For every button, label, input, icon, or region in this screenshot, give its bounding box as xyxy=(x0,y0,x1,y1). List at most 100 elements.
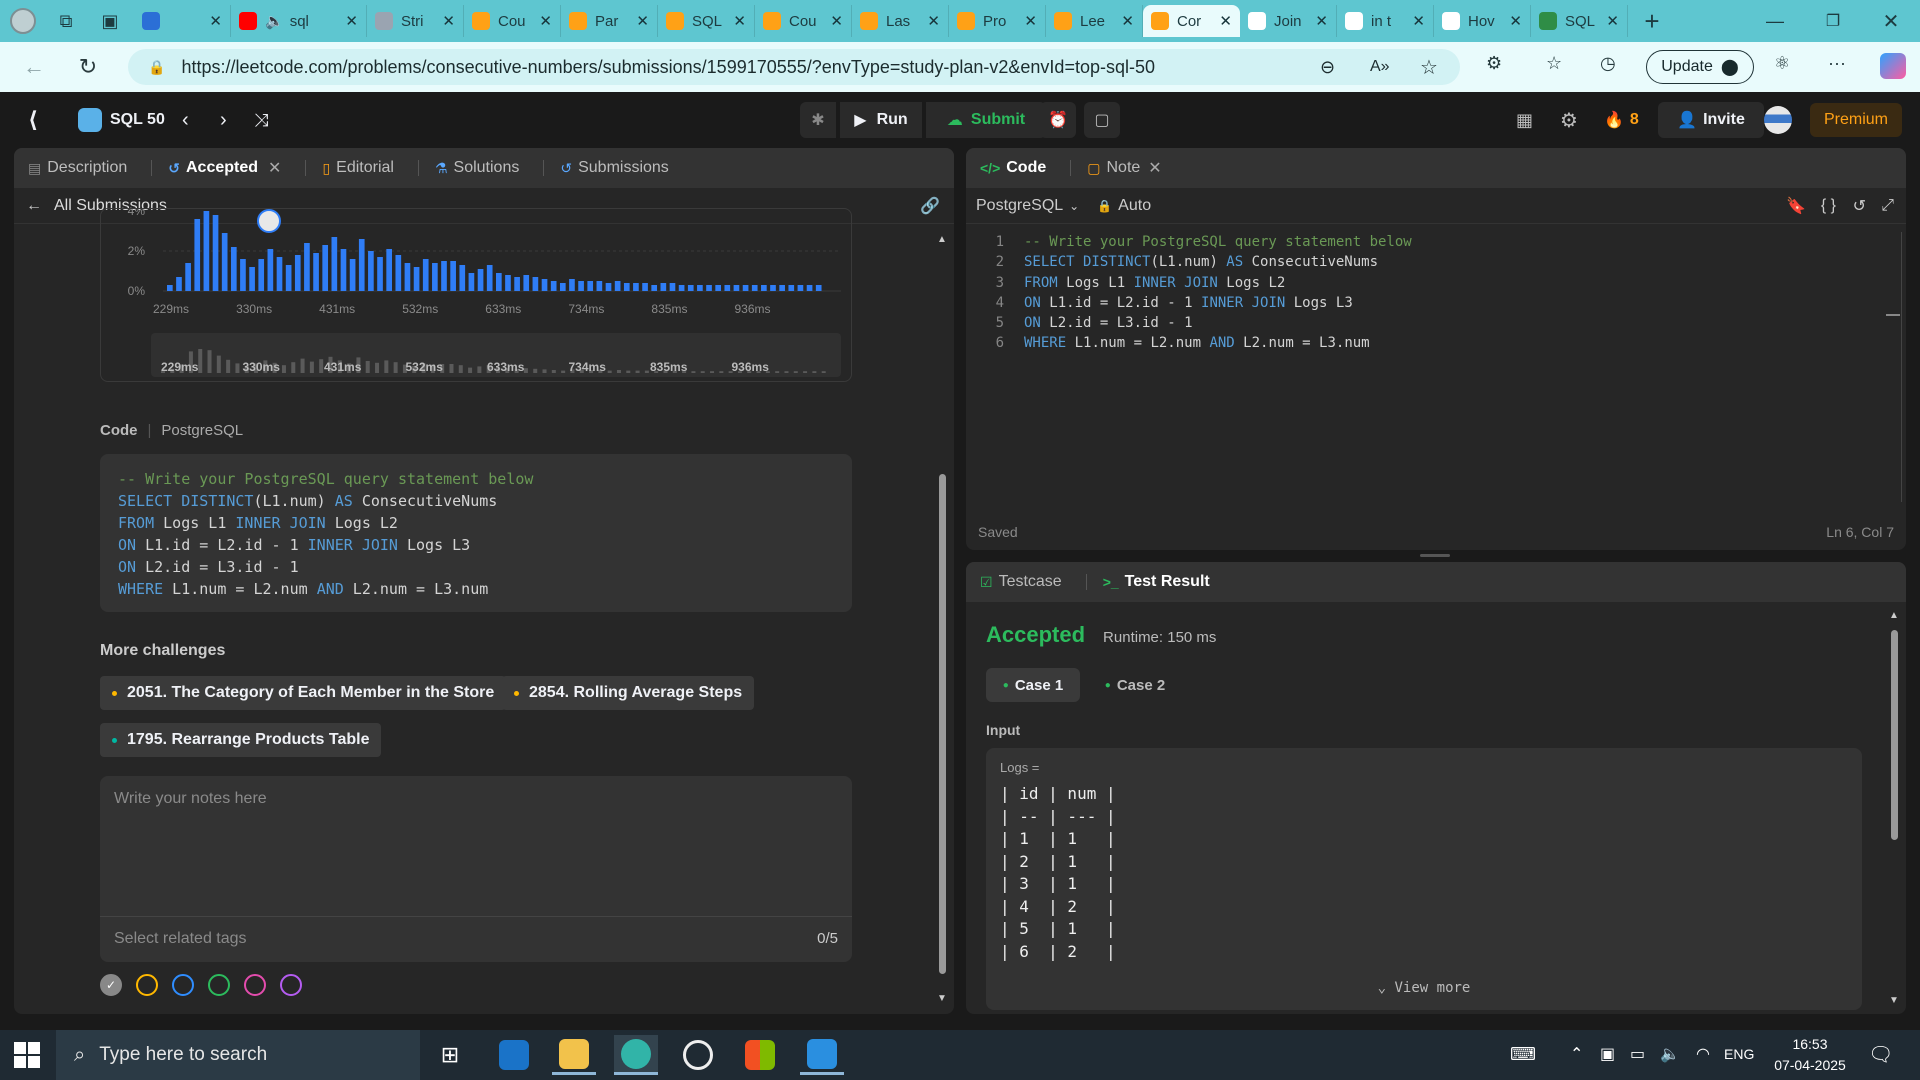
close-tab-icon[interactable]: ✕ xyxy=(345,12,358,30)
auto-mode-label[interactable]: Auto xyxy=(1118,197,1151,215)
media-player-icon[interactable] xyxy=(676,1035,720,1075)
tab-actions-icon[interactable]: ▣ xyxy=(86,11,134,32)
browser-tab[interactable]: Lee ✕ xyxy=(1046,5,1143,37)
close-window-button[interactable]: ✕ xyxy=(1862,9,1920,34)
view-more-button[interactable]: ⌄ View more xyxy=(986,980,1862,996)
battery-icon[interactable]: ▭ xyxy=(1630,1044,1645,1064)
vscode-icon[interactable] xyxy=(800,1035,844,1075)
language-select[interactable]: PostgreSQL ⌄ xyxy=(976,197,1079,215)
close-tab-icon[interactable]: ✕ xyxy=(733,12,746,30)
notes-button[interactable]: ▢ xyxy=(1084,102,1120,138)
tab-submissions[interactable]: ↺ Submissions xyxy=(560,159,668,177)
volume-icon[interactable]: 🔈 xyxy=(1660,1044,1680,1064)
scroll-thumb[interactable] xyxy=(939,474,946,974)
run-button[interactable]: ▶ Run xyxy=(840,102,922,138)
read-aloud-icon[interactable]: A» xyxy=(1370,58,1390,76)
speaker-icon[interactable]: 🔈 xyxy=(265,12,284,30)
scroll-thumb[interactable] xyxy=(1891,630,1898,840)
update-button[interactable]: Update ⬤ xyxy=(1646,50,1754,84)
tab-solutions[interactable]: ⚗ Solutions xyxy=(435,159,519,177)
close-tab-icon[interactable]: ✕ xyxy=(927,12,940,30)
maximize-button[interactable]: ❐ xyxy=(1804,11,1862,31)
premium-button[interactable]: Premium xyxy=(1810,103,1902,137)
scroll-up-icon[interactable]: ▲ xyxy=(936,234,948,245)
meet-now-icon[interactable]: ▣ xyxy=(1600,1044,1615,1064)
close-tab-icon[interactable]: ✕ xyxy=(1412,12,1425,30)
debug-button[interactable]: ✱ xyxy=(800,102,836,138)
new-tab-button[interactable]: + xyxy=(1628,6,1676,37)
shuffle-icon[interactable]: ⤨ xyxy=(254,110,268,131)
tab-accepted[interactable]: ↺ Accepted ✕ xyxy=(168,158,281,178)
browser-tab[interactable]: SQL ✕ xyxy=(1531,5,1628,37)
close-tab-icon[interactable]: ✕ xyxy=(1121,12,1134,30)
tab-testcase[interactable]: ☑ Testcase xyxy=(980,573,1062,591)
scroll-down-icon[interactable]: ▼ xyxy=(936,993,948,1004)
panel-resize-handle[interactable] xyxy=(1420,554,1450,557)
language-indicator[interactable]: ENG xyxy=(1724,1046,1754,1062)
result-scrollbar[interactable]: ▲ ▼ xyxy=(1888,610,1900,1006)
copilot-icon[interactable] xyxy=(1880,53,1906,79)
favorites-icon[interactable]: ☆ xyxy=(1546,53,1562,74)
refresh-icon[interactable]: ↻ xyxy=(74,53,102,81)
color-option-pink[interactable] xyxy=(244,974,266,996)
close-tab-icon[interactable]: ✕ xyxy=(636,12,649,30)
taskbar-search[interactable]: ⌕ Type here to search xyxy=(56,1030,420,1080)
share-link-icon[interactable]: 🔗 xyxy=(920,196,940,216)
close-tab-icon[interactable]: ✕ xyxy=(1148,158,1161,178)
browser-tab[interactable]: Pro ✕ xyxy=(949,5,1046,37)
bookmark-icon[interactable]: 🔖 xyxy=(1786,196,1806,216)
outlook-icon[interactable] xyxy=(492,1035,536,1075)
start-button[interactable] xyxy=(14,1042,40,1068)
timer-button[interactable]: ⏰ xyxy=(1040,102,1076,138)
close-tab-icon[interactable]: ✕ xyxy=(1315,12,1328,30)
browser-tab[interactable]: 🔈 sql ✕ xyxy=(231,5,367,37)
browser-tab[interactable]: Cor ✕ xyxy=(1143,5,1240,37)
keyboard-icon[interactable]: ⌨ xyxy=(1510,1044,1536,1065)
clock[interactable]: 16:53 07-04-2025 xyxy=(1764,1034,1856,1076)
next-problem-icon[interactable]: › xyxy=(220,109,227,132)
close-tab-icon[interactable]: ✕ xyxy=(1219,12,1232,30)
profile-avatar[interactable] xyxy=(0,0,46,42)
study-plan-link[interactable]: SQL 50 xyxy=(78,108,165,132)
workspaces-icon[interactable]: ⧉ xyxy=(46,11,86,32)
submit-button[interactable]: ☁ Submit xyxy=(926,102,1046,138)
tags-select[interactable]: Select related tags xyxy=(114,930,817,948)
fullscreen-icon[interactable]: ⤢ xyxy=(1881,197,1894,215)
minimize-button[interactable]: — xyxy=(1746,11,1804,32)
color-option-blue[interactable] xyxy=(172,974,194,996)
close-tab-icon[interactable]: ✕ xyxy=(209,12,222,30)
close-tab-icon[interactable]: ✕ xyxy=(830,12,843,30)
notes-textarea[interactable]: Write your notes here xyxy=(100,776,852,916)
favorite-star-icon[interactable]: ☆ xyxy=(1420,55,1438,80)
microsoft-store-icon[interactable] xyxy=(738,1035,782,1075)
browser-tab[interactable]: Stri ✕ xyxy=(367,5,464,37)
challenge-chip[interactable]: 2854. Rolling Average Steps xyxy=(502,676,755,710)
scroll-down-icon[interactable]: ▼ xyxy=(1888,995,1900,1006)
browser-tab[interactable]: in t ✕ xyxy=(1337,5,1434,37)
color-option-green[interactable] xyxy=(208,974,230,996)
format-braces-icon[interactable]: { } xyxy=(1821,197,1836,215)
editor-code-lines[interactable]: 1 -- Write your PostgreSQL query statemen… xyxy=(966,232,1906,354)
browser-tab[interactable]: Hov ✕ xyxy=(1434,5,1531,37)
streak-counter[interactable]: 🔥 8 xyxy=(1604,110,1639,130)
history-icon[interactable]: ◷ xyxy=(1600,53,1616,74)
extensions-icon[interactable]: ⚙ xyxy=(1486,53,1502,74)
tab-description[interactable]: ▤ Description xyxy=(28,159,127,177)
color-option-purple[interactable] xyxy=(280,974,302,996)
challenge-chip[interactable]: 1795. Rearrange Products Table xyxy=(100,723,382,757)
edge-dev-icon[interactable] xyxy=(614,1035,658,1075)
close-tab-icon[interactable]: ✕ xyxy=(1024,12,1037,30)
challenge-chip[interactable]: 2051. The Category of Each Member in the… xyxy=(100,676,507,710)
layout-icon[interactable]: ▦ xyxy=(1516,110,1533,131)
invite-button[interactable]: 👤 Invite xyxy=(1658,102,1764,138)
close-tab-icon[interactable]: ✕ xyxy=(1509,12,1522,30)
more-options-icon[interactable]: ··· xyxy=(1828,53,1846,74)
editor-scrollbar[interactable] xyxy=(1901,232,1902,502)
prev-problem-icon[interactable]: ‹ xyxy=(182,109,189,132)
left-scrollbar[interactable]: ▲ ▼ xyxy=(936,234,948,1004)
color-option-gray[interactable]: ✓ xyxy=(100,974,122,996)
zoom-icon[interactable]: ⊖ xyxy=(1320,57,1335,78)
close-tab-icon[interactable]: ✕ xyxy=(539,12,552,30)
wifi-icon[interactable]: ◠ xyxy=(1696,1044,1710,1064)
file-explorer-icon[interactable] xyxy=(552,1035,596,1075)
